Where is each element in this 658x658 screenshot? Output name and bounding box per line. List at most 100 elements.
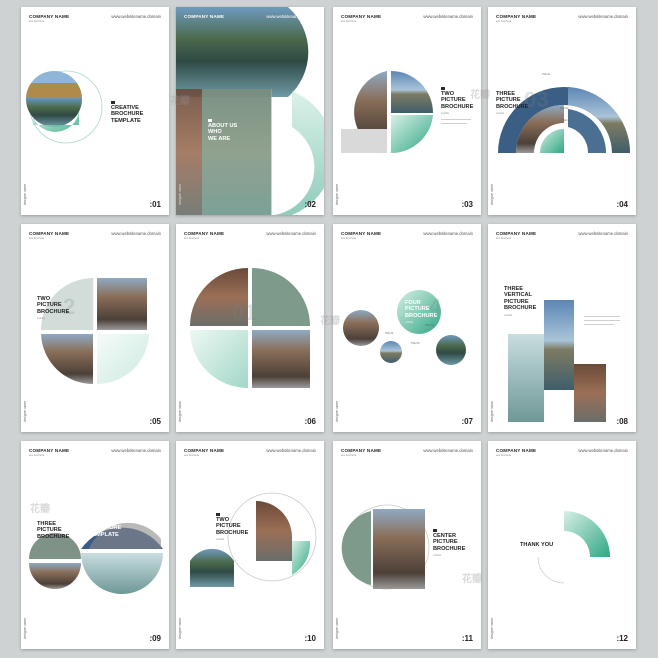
page-subtitle: subtitle — [37, 317, 46, 321]
big-numeral: 01 — [232, 300, 257, 325]
image-caption: Title 02 — [425, 324, 434, 327]
page-number: :01 — [149, 200, 161, 209]
page-number: :09 — [149, 634, 161, 643]
watermark: 花瓣 — [470, 90, 490, 101]
page-number: :02 — [304, 200, 316, 209]
accent-bar — [433, 529, 437, 532]
title-line: BROCHURE — [37, 308, 70, 315]
text-placeholder — [584, 324, 614, 325]
title-line: BROCHURE — [441, 103, 474, 110]
page-title: THANK YOU — [520, 542, 553, 548]
watermark: 花瓣 — [462, 574, 482, 585]
page-subtitle: subtitle — [216, 538, 225, 542]
page-09-graphic — [29, 522, 163, 594]
page-number: :08 — [616, 417, 628, 426]
title-line: BROCHURE — [496, 103, 529, 110]
image-caption: Title 03 — [411, 342, 420, 345]
page-12-graphic — [537, 511, 610, 584]
designer-name: designer name — [490, 183, 494, 205]
page-07-graphic — [343, 290, 466, 365]
page-08-graphic — [508, 300, 606, 422]
brochure-page-11: COMPANY NAME eco brochure www.websitenam… — [333, 441, 481, 649]
title-line: TEMPLATE — [111, 117, 141, 124]
title-line: BROCHURE — [37, 533, 70, 540]
text-placeholder — [584, 320, 620, 321]
page-subtitle: subtitle — [504, 313, 513, 317]
image-caption: Title 01 — [385, 332, 394, 335]
page-number: :06 — [304, 417, 316, 426]
designer-name: designer name — [335, 617, 339, 639]
watermark: 花瓣 — [170, 96, 190, 107]
page-number: :03 — [461, 200, 473, 209]
page-06-graphic — [190, 268, 310, 388]
title-line: BROCHURE — [111, 111, 144, 118]
designer-name: designer name — [490, 617, 494, 639]
brochure-page-12: COMPANY NAME eco brochure www.websitenam… — [488, 441, 636, 649]
page-title: TWO PICTURE BROCHURE subtitle — [216, 517, 248, 544]
page-title: ABOUT US WHO WE ARE — [208, 123, 237, 142]
page-number: :12 — [616, 634, 628, 643]
page-title: FOUR PICTURE BROCHURE subtitle — [405, 300, 437, 327]
text-placeholder — [441, 119, 471, 120]
accent-bar — [441, 87, 445, 90]
brochure-page-08: COMPANY NAME eco brochure www.websitenam… — [488, 224, 636, 432]
website-url: www.websitename.domain — [266, 14, 316, 19]
page-title: TWO PICTURE BROCHURE subtitle — [37, 296, 69, 323]
page-title: THREE PICTURE BROCHURE subtitle — [496, 91, 528, 118]
accent-bar — [208, 119, 212, 122]
page-title: CREATIVE BROCHURE TEMPLATE — [111, 105, 143, 124]
page-subtitle: subtitle — [441, 112, 450, 116]
secondary-title: CREATIVE BROCHURE TEMPLATE — [89, 519, 121, 538]
brochure-page-01: COMPANY NAME eco brochure www.websitenam… — [21, 7, 169, 215]
title-line: TEMPLATE — [89, 531, 119, 538]
title-line: WE ARE — [208, 135, 231, 142]
image-caption: Title 03 — [562, 119, 571, 122]
accent-bar — [216, 513, 220, 516]
page-number: :07 — [461, 417, 473, 426]
designer-name: designer name — [23, 183, 27, 205]
title-line: BROCHURE — [216, 529, 249, 536]
title-line: BROCHURE — [433, 545, 466, 552]
brochure-page-06: COMPANY NAME eco brochure www.websitenam… — [176, 224, 324, 432]
text-placeholder — [584, 316, 620, 317]
title-line: BROCHURE — [405, 312, 438, 319]
brochure-page-03: COMPANY NAME eco brochure www.websitenam… — [333, 7, 481, 215]
page-number: :11 — [461, 634, 473, 643]
brochure-page-02: COMPANY NAME www.websitename.domain ABOU… — [176, 7, 324, 215]
page-title: THREE PICTURE BROCHURE — [37, 521, 69, 540]
watermark: 花瓣 — [320, 316, 340, 327]
designer-name: designer name — [23, 400, 27, 422]
title-line: THANK YOU — [520, 542, 554, 548]
title-line: VERTICAL — [504, 292, 532, 299]
title-line: BROCHURE — [504, 305, 537, 312]
page-01-graphic — [26, 70, 103, 144]
designer-name: designer name — [335, 183, 339, 205]
brochure-page-04: COMPANY NAME eco brochure www.websitenam… — [488, 7, 636, 215]
accent-bar — [111, 101, 115, 104]
company-name: COMPANY NAME — [184, 14, 225, 19]
image-caption: Title 02 — [560, 107, 569, 110]
page-number: :05 — [149, 417, 161, 426]
designer-name: designer name — [490, 400, 494, 422]
designer-name: designer name — [23, 617, 27, 639]
designer-name: designer name — [335, 400, 339, 422]
page-title: CENTER PICTURE BROCHURE subtitle — [433, 533, 465, 560]
page-subtitle: subtitle — [496, 112, 505, 116]
brochure-page-10: COMPANY NAME eco brochure www.websitenam… — [176, 441, 324, 649]
page-05-graphic — [41, 278, 149, 384]
image-caption: Title 01 — [542, 73, 551, 76]
page-10-graphic — [190, 492, 317, 587]
page-number: :04 — [616, 200, 628, 209]
designer-name: designer name — [178, 400, 182, 422]
brochure-page-07: COMPANY NAME eco brochure www.websitenam… — [333, 224, 481, 432]
title-line: BROCHURE — [89, 525, 122, 532]
designer-name: designer name — [178, 617, 182, 639]
watermark: 花瓣 — [30, 504, 50, 515]
page-02-graphic — [176, 7, 324, 215]
page-number: :10 — [304, 634, 316, 643]
page-title: TWO PICTURE BROCHURE subtitle — [441, 91, 473, 118]
brochure-page-05: COMPANY NAME eco brochure www.websitenam… — [21, 224, 169, 432]
page-subtitle: subtitle — [433, 554, 442, 558]
brochure-page-09: COMPANY NAME eco brochure www.websitenam… — [21, 441, 169, 649]
text-placeholder — [441, 123, 467, 124]
